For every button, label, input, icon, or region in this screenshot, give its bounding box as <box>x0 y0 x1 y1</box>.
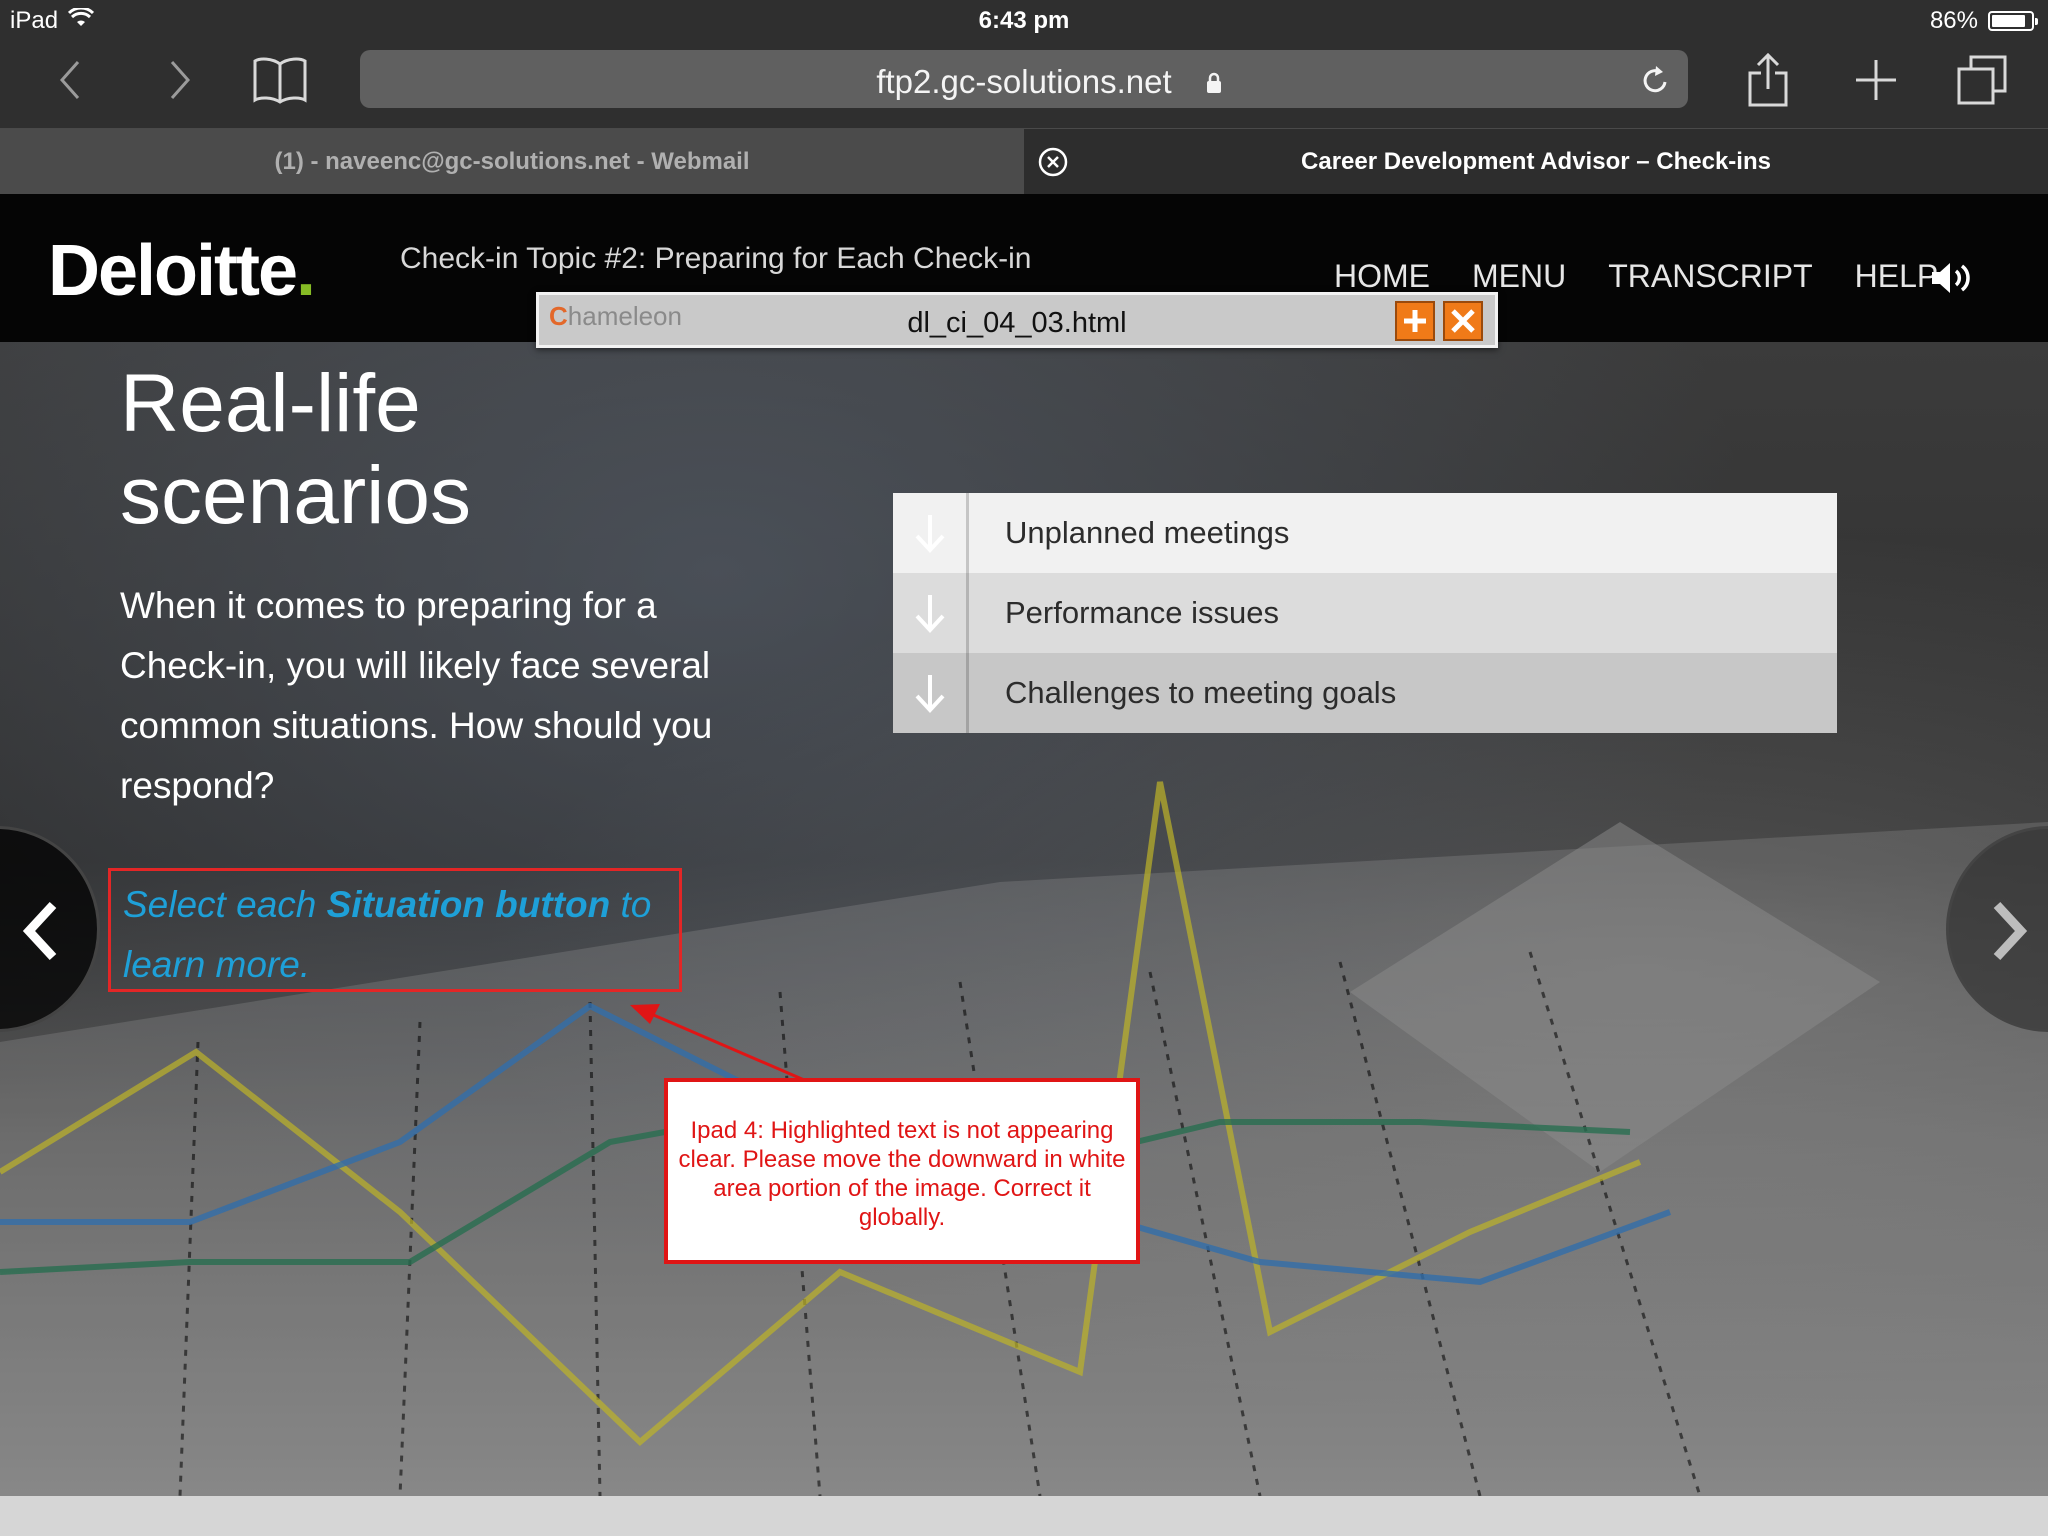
instruction-highlight-box: Select each Situation button to learn mo… <box>108 868 682 992</box>
situation-buttons: Unplanned meetings Performance issues Ch… <box>893 493 1837 733</box>
tab-webmail[interactable]: (1) - naveenc@gc-solutions.net - Webmail <box>0 129 1024 195</box>
arrow-down-icon <box>893 493 969 573</box>
new-tab-icon[interactable] <box>1852 50 1900 110</box>
close-button[interactable] <box>1443 301 1483 341</box>
situation-label: Challenges to meeting goals <box>1005 675 1397 710</box>
review-comment-box: Ipad 4: Highlighted text is not appearin… <box>664 1078 1140 1264</box>
nav-menu[interactable]: MENU <box>1472 258 1566 295</box>
address-bar[interactable]: ftp2.gc-solutions.net <box>360 50 1688 108</box>
url-text: ftp2.gc-solutions.net <box>876 63 1172 100</box>
tab-bar: (1) - naveenc@gc-solutions.net - Webmail… <box>0 128 2048 195</box>
back-icon[interactable] <box>50 50 90 110</box>
chameleon-filename: dl_ci_04_03.html <box>907 307 1127 339</box>
course-topic: Check-in Topic #2: Preparing for Each Ch… <box>400 242 1032 275</box>
course-nav: HOME MENU TRANSCRIPT HELP <box>1334 258 1938 295</box>
instruction-text: Select each Situation button to learn mo… <box>123 884 652 985</box>
deloitte-logo: Deloitte. <box>48 231 316 311</box>
status-bar: iPad 6:43 pm 86% <box>0 0 2048 42</box>
situation-label: Performance issues <box>1005 595 1279 630</box>
nav-help[interactable]: HELP <box>1855 258 1939 295</box>
battery-percent: 86% <box>1929 7 1978 34</box>
situation-button-challenges-to-meeting-goals[interactable]: Challenges to meeting goals <box>893 653 1837 733</box>
review-comment-text: Ipad 4: Highlighted text is not appearin… <box>678 1117 1126 1231</box>
expand-button[interactable] <box>1395 301 1435 341</box>
bookmarks-icon[interactable] <box>250 50 310 110</box>
situation-button-unplanned-meetings[interactable]: Unplanned meetings <box>893 493 1837 573</box>
situation-button-performance-issues[interactable]: Performance issues <box>893 573 1837 653</box>
situation-label: Unplanned meetings <box>1005 515 1290 550</box>
reload-icon[interactable] <box>1640 64 1670 101</box>
browser-toolbar: ftp2.gc-solutions.net <box>0 42 2048 128</box>
chevron-right-icon <box>1993 901 2028 961</box>
battery-icon <box>1988 11 2038 31</box>
arrow-down-icon <box>893 573 969 653</box>
slide-title: Real-life scenarios <box>120 358 471 541</box>
tab-career-development[interactable]: Career Development Advisor – Check-ins <box>1024 129 2048 195</box>
bottom-bar <box>0 1496 2048 1536</box>
slide-stage: Real-life scenarios When it comes to prep… <box>0 342 2048 1496</box>
nav-home[interactable]: HOME <box>1334 258 1430 295</box>
battery-level <box>1992 15 2025 27</box>
chameleon-title-bar: Chameleon dl_ci_04_03.html <box>536 292 1498 348</box>
nav-transcript[interactable]: TRANSCRIPT <box>1608 258 1812 295</box>
slide-body: When it comes to preparing for a Check-i… <box>120 585 713 806</box>
arrow-down-icon <box>893 653 969 733</box>
clock: 6:43 pm <box>978 7 1070 34</box>
tabs-overview-icon[interactable] <box>1956 50 2008 110</box>
plus-icon <box>1404 310 1426 332</box>
chevron-left-icon <box>22 901 57 961</box>
share-icon[interactable] <box>1744 50 1792 110</box>
forward-icon[interactable] <box>160 50 200 110</box>
close-tab-icon[interactable] <box>1038 147 1068 177</box>
speaker-icon[interactable] <box>1930 260 1974 301</box>
tab-label: Career Development Advisor – Check-ins <box>1301 148 1771 175</box>
tab-label: (1) - naveenc@gc-solutions.net - Webmail <box>274 148 750 175</box>
close-icon <box>1451 309 1475 333</box>
